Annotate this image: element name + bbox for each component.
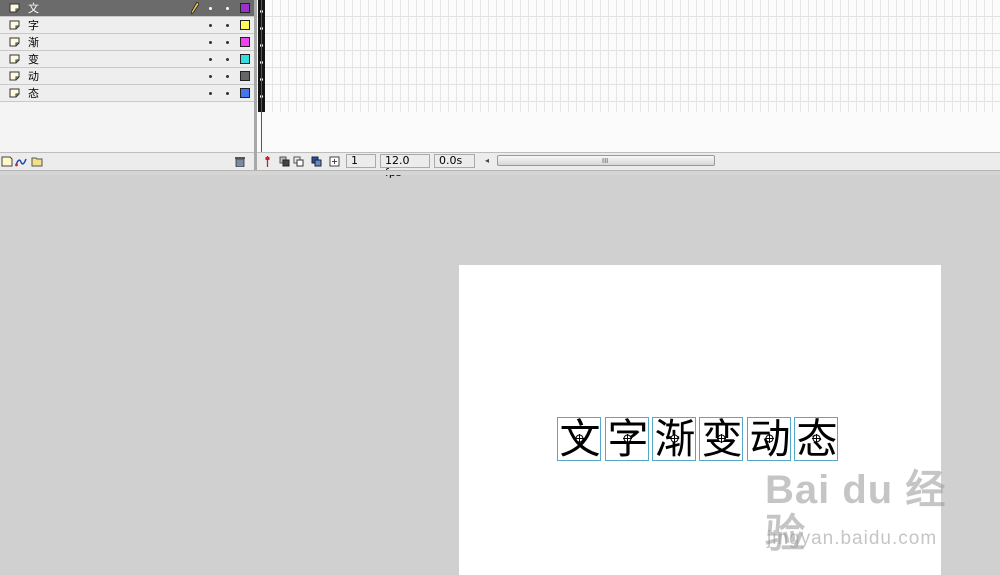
pencil-icon bbox=[191, 2, 199, 14]
text-character-box[interactable]: 渐 bbox=[652, 416, 696, 462]
lock-dot[interactable] bbox=[226, 7, 229, 10]
layer-icon bbox=[9, 88, 20, 98]
watermark-url: jingyan.baidu.com bbox=[767, 528, 938, 549]
text-character-box[interactable]: 动 bbox=[747, 416, 791, 462]
layer-row[interactable]: 文 bbox=[0, 0, 254, 17]
visibility-dot[interactable] bbox=[209, 7, 212, 10]
registration-point-icon bbox=[765, 434, 774, 443]
center-frame-icon[interactable] bbox=[262, 156, 273, 167]
delete-layer-icon[interactable] bbox=[234, 156, 246, 167]
lock-dot[interactable] bbox=[226, 41, 229, 44]
layer-name[interactable]: 字 bbox=[28, 19, 39, 32]
layer-name[interactable]: 态 bbox=[28, 87, 39, 100]
text-character-box[interactable]: 变 bbox=[699, 416, 743, 462]
layer-row[interactable]: 字 bbox=[0, 17, 254, 34]
layer-toolbar bbox=[0, 152, 254, 171]
layer-row[interactable]: 渐 bbox=[0, 34, 254, 51]
visibility-dot[interactable] bbox=[209, 41, 212, 44]
layer-icon bbox=[9, 37, 20, 47]
layer-name[interactable]: 动 bbox=[28, 70, 39, 83]
layer-list: 文字渐变动态 bbox=[0, 0, 254, 152]
insert-layer-icon[interactable] bbox=[1, 156, 13, 167]
layer-row[interactable]: 变 bbox=[0, 51, 254, 68]
visibility-dot[interactable] bbox=[209, 75, 212, 78]
timeline-status-bar: 1 12.0 fps 0.0s ◂ III bbox=[257, 152, 1000, 179]
layer-icon bbox=[9, 54, 20, 64]
frame-rate-field[interactable]: 12.0 fps bbox=[380, 154, 430, 179]
insert-folder-icon[interactable] bbox=[31, 156, 43, 167]
layer-icon bbox=[9, 3, 20, 13]
layer-icon bbox=[9, 71, 20, 81]
layer-row[interactable]: 态 bbox=[0, 85, 254, 102]
scrollbar-grip[interactable]: III bbox=[602, 157, 608, 165]
current-frame-field: 1 bbox=[346, 154, 376, 168]
registration-point-icon bbox=[575, 434, 584, 443]
lock-dot[interactable] bbox=[226, 92, 229, 95]
text-character-box[interactable]: 态 bbox=[794, 416, 838, 462]
registration-point-icon bbox=[670, 434, 679, 443]
layer-name[interactable]: 渐 bbox=[28, 36, 39, 49]
visibility-dot[interactable] bbox=[209, 92, 212, 95]
layer-icon bbox=[9, 20, 20, 30]
layer-name[interactable]: 变 bbox=[28, 53, 39, 66]
horizontal-scrollbar[interactable]: III bbox=[497, 155, 715, 166]
outline-color-swatch[interactable] bbox=[240, 37, 250, 47]
frame-grid[interactable] bbox=[257, 0, 1000, 112]
visibility-dot[interactable] bbox=[209, 24, 212, 27]
edit-multiple-frames-icon[interactable] bbox=[311, 156, 322, 167]
outline-color-swatch[interactable] bbox=[240, 54, 250, 64]
outline-color-swatch[interactable] bbox=[240, 88, 250, 98]
baidu-jingyan-watermark: Bai du 经验 jingyan.baidu.com bbox=[765, 468, 965, 558]
add-motion-guide-icon[interactable] bbox=[15, 156, 27, 167]
outline-color-swatch[interactable] bbox=[240, 3, 250, 13]
text-character-box[interactable]: 字 bbox=[605, 416, 649, 462]
modify-onion-markers-icon[interactable] bbox=[329, 156, 340, 167]
registration-point-icon bbox=[812, 434, 821, 443]
onion-skin-outlines-icon[interactable] bbox=[293, 156, 304, 167]
outline-color-swatch[interactable] bbox=[240, 71, 250, 81]
layer-row[interactable]: 动 bbox=[0, 68, 254, 85]
onion-skin-icon[interactable] bbox=[279, 156, 290, 167]
visibility-dot[interactable] bbox=[209, 58, 212, 61]
lock-dot[interactable] bbox=[226, 58, 229, 61]
elapsed-time-field: 0.0s bbox=[434, 154, 475, 168]
registration-point-icon bbox=[717, 434, 726, 443]
text-character-box[interactable]: 文 bbox=[557, 416, 601, 462]
layer-name[interactable]: 文 bbox=[28, 2, 39, 15]
registration-point-icon bbox=[623, 434, 632, 443]
panel-bottom-edge[interactable] bbox=[0, 170, 1000, 175]
playhead[interactable] bbox=[261, 0, 262, 152]
outline-color-swatch[interactable] bbox=[240, 20, 250, 30]
frame-grid-empty-area[interactable] bbox=[257, 112, 1000, 152]
lock-dot[interactable] bbox=[226, 75, 229, 78]
timeline-panel: 文字渐变动态 1 12.0 0.0s ◂ III bbox=[0, 0, 1000, 179]
lock-dot[interactable] bbox=[226, 24, 229, 27]
scroll-left-arrow-icon[interactable]: ◂ bbox=[485, 156, 489, 165]
